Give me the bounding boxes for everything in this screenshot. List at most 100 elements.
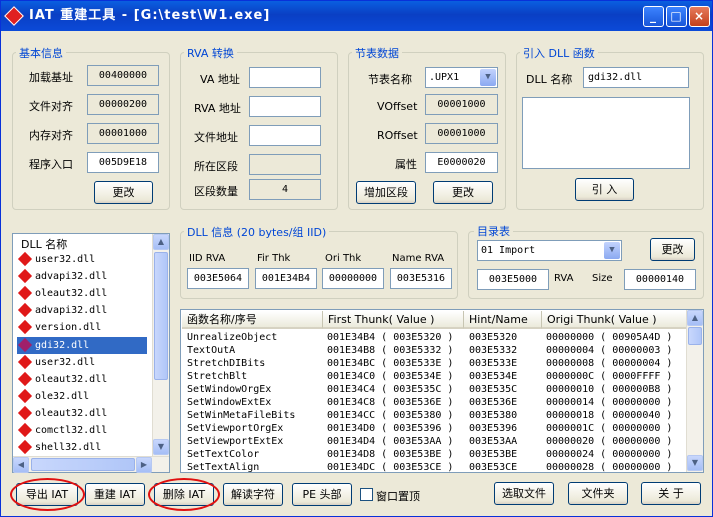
first-thunk-cell: 001E34BC ( 003E533E ) [327, 358, 454, 369]
directory-dropdown[interactable]: 01 Import ▼ [477, 240, 622, 261]
dll-list-item-label: shell32.dll [35, 442, 102, 454]
section-change-button[interactable]: 更改 [433, 181, 493, 204]
function-table-vthumb[interactable] [688, 327, 702, 345]
rva-field[interactable] [249, 96, 321, 117]
function-table-row[interactable]: UnrealizeObject 001E34B4 ( 003E5320 ) 003E… [182, 331, 672, 344]
scroll-left-icon[interactable]: ◀ [13, 457, 29, 473]
import-dll-title: 引入 DLL 函数 [520, 45, 598, 61]
dll-diamond-icon [17, 303, 33, 318]
dll-list-item[interactable]: gdi32.dll [17, 336, 147, 354]
col-header-function[interactable]: 函数名称/序号 [182, 311, 323, 329]
origi-thunk-cell: 00000010 ( 000000B8 ) [546, 384, 673, 395]
dll-diamond-icon [17, 269, 33, 284]
folder-button[interactable]: 文件夹 [568, 482, 628, 505]
chevron-down-icon[interactable]: ▼ [604, 242, 620, 259]
import-function-textarea[interactable] [522, 97, 690, 169]
va-field[interactable] [249, 67, 321, 88]
fir-thk-field[interactable]: 001E34B4 [255, 268, 317, 289]
image-base-label: 加载基址 [29, 71, 73, 84]
dll-list-item[interactable]: comctl32.dll [17, 422, 147, 439]
section-name-dropdown[interactable]: .UPX1 ▼ [425, 67, 498, 88]
dll-list-hscrollbar[interactable]: ◀ ▶ [13, 456, 169, 473]
dll-list-item[interactable]: advapi32.dll [17, 268, 147, 285]
scroll-up-icon[interactable]: ▲ [687, 310, 703, 326]
dll-list[interactable]: DLL 名称 user32.dll advapi32.dll oleaut32.dl… [12, 233, 170, 473]
import-button[interactable]: 引 入 [575, 178, 634, 201]
rebuild-iat-button[interactable]: 重建 IAT [85, 483, 145, 506]
function-table-vscrollbar[interactable]: ▲ ▼ [686, 310, 703, 472]
iid-rva-field[interactable]: 003E5064 [187, 268, 249, 289]
function-name-cell: SetViewportExtEx [187, 436, 284, 447]
attribute-field[interactable]: E0000020 [425, 152, 498, 173]
function-table-row[interactable]: SetViewportOrgEx 001E34D0 ( 003E5396 ) 003… [182, 422, 672, 435]
col-header-hint-name[interactable]: Hint/Name [464, 311, 542, 329]
col-header-origi-thunk[interactable]: Origi Thunk( Value ) [542, 311, 687, 329]
dll-list-item[interactable]: advapi32.dll [17, 302, 147, 319]
origi-thunk-cell: 00000004 ( 00000003 ) [546, 345, 673, 356]
section-location-value [249, 154, 321, 175]
file-offset-field[interactable] [249, 125, 321, 146]
col-header-first-thunk[interactable]: First Thunk( Value ) [323, 311, 464, 329]
directory-change-button[interactable]: 更改 [650, 238, 695, 261]
function-name-cell: UnrealizeObject [187, 332, 278, 343]
dll-list-vthumb[interactable] [154, 252, 168, 380]
dll-list-vscrollbar[interactable]: ▲ ▼ [152, 234, 169, 456]
dll-list-item[interactable]: version.dll [17, 319, 147, 336]
ori-thk-field[interactable]: 00000000 [322, 268, 384, 289]
function-table[interactable]: 函数名称/序号 First Thunk( Value ) Hint/Name O… [180, 309, 704, 473]
scroll-down-icon[interactable]: ▼ [153, 439, 169, 455]
add-section-button[interactable]: 增加区段 [356, 181, 416, 204]
dll-list-item[interactable]: oleaut32.dll [17, 371, 147, 388]
basic-change-button[interactable]: 更改 [94, 181, 153, 204]
close-button[interactable]: × [689, 6, 710, 27]
scroll-right-icon[interactable]: ▶ [136, 457, 152, 473]
origi-thunk-cell: 00000020 ( 00000000 ) [546, 436, 673, 447]
origi-thunk-cell: 00000014 ( 00000000 ) [546, 397, 673, 408]
hint-name-cell: 003E535C [469, 384, 518, 395]
about-button[interactable]: 关 于 [641, 482, 701, 505]
entry-point-field[interactable]: 005D9E18 [87, 152, 159, 173]
function-table-row[interactable]: SetTextAlign 001E34DC ( 003E53CE ) 003E53C… [182, 461, 672, 473]
dll-list-item[interactable]: shell32.dll [17, 439, 147, 456]
function-table-row[interactable]: TextOutA 001E34B8 ( 003E5332 ) 003E5332 000… [182, 344, 672, 357]
basic-info-title: 基本信息 [16, 45, 66, 61]
directory-size-field[interactable]: 00000140 [624, 269, 696, 290]
hint-name-cell: 003E5396 [469, 423, 518, 434]
dll-list-item-label: user32.dll [35, 254, 96, 265]
name-rva-field[interactable]: 003E5316 [390, 268, 452, 289]
file-offset-label: 文件地址 [194, 131, 238, 144]
dll-info-title: DLL 信息 (20 bytes/组 IID) [184, 224, 330, 240]
dll-name-field[interactable]: gdi32.dll [583, 67, 689, 88]
maximize-button[interactable]: □ [666, 6, 687, 27]
dll-list-item[interactable]: user32.dll [17, 354, 147, 371]
select-file-button[interactable]: 选取文件 [494, 482, 554, 505]
function-table-row[interactable]: SetWindowExtEx 001E34C8 ( 003E536E ) 003E5… [182, 396, 672, 409]
decode-string-button[interactable]: 解读字符 [223, 483, 283, 506]
hint-name-cell: 003E53AA [469, 436, 518, 447]
function-table-row[interactable]: SetWindowOrgEx 001E34C4 ( 003E535C ) 003E5… [182, 383, 672, 396]
chevron-down-icon[interactable]: ▼ [480, 69, 496, 86]
title-bar[interactable]: IAT 重建工具 - [G:\test\W1.exe] _ □ × [1, 1, 712, 31]
origi-thunk-cell: 00000000 ( 00905A4D ) [546, 332, 673, 343]
scroll-down-icon[interactable]: ▼ [687, 455, 703, 471]
dll-list-hthumb[interactable] [31, 458, 135, 471]
function-table-row[interactable]: StretchBlt 001E34C0 ( 003E534E ) 003E534E 0… [182, 370, 672, 383]
function-table-row[interactable]: SetTextColor 001E34D8 ( 003E53BE ) 003E53B… [182, 448, 672, 461]
dll-diamond-icon [17, 371, 33, 386]
origi-thunk-cell: 00000018 ( 00000040 ) [546, 410, 673, 421]
dll-list-item[interactable]: oleaut32.dll [17, 285, 147, 302]
dll-list-item[interactable]: ole32.dll [17, 388, 147, 405]
function-table-row[interactable]: SetWinMetaFileBits 001E34CC ( 003E5380 ) 0… [182, 409, 672, 422]
directory-rva-field[interactable]: 003E5000 [477, 269, 549, 290]
function-table-row[interactable]: SetViewportExtEx 001E34D4 ( 003E53AA ) 003… [182, 435, 672, 448]
function-table-row[interactable]: StretchDIBits 001E34BC ( 003E533E ) 003E53… [182, 357, 672, 370]
minimize-button[interactable]: _ [643, 6, 664, 27]
scroll-up-icon[interactable]: ▲ [153, 234, 169, 250]
function-name-cell: StretchDIBits [187, 358, 266, 369]
dll-list-item[interactable]: oleaut32.dll [17, 405, 147, 422]
dll-list-item[interactable]: user32.dll [17, 251, 147, 268]
on-top-checkbox[interactable] [360, 488, 373, 501]
hint-name-cell: 003E53CE [469, 462, 518, 473]
hint-name-cell: 003E534E [469, 371, 518, 382]
pe-header-button[interactable]: PE 头部 [292, 483, 352, 506]
